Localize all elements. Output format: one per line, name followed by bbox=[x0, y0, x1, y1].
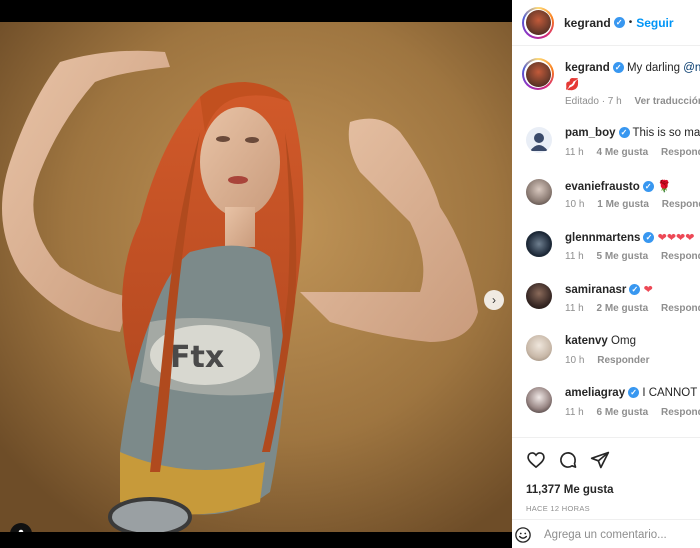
author-avatar[interactable] bbox=[522, 6, 554, 39]
comment-username[interactable]: evaniefrausto bbox=[565, 181, 640, 193]
share-icon[interactable] bbox=[590, 450, 610, 470]
caption-text: kegrand✓ My darling @nic bbox=[565, 62, 700, 74]
see-translation-link[interactable]: Ver traducción bbox=[635, 96, 700, 107]
comment-text: I CANNOT TAKE IT bbox=[642, 387, 700, 399]
caption-mention[interactable]: @nic bbox=[683, 62, 700, 74]
post-actions: 11,377 Me gusta HACE 12 HORAS bbox=[512, 437, 700, 548]
comment-username[interactable]: glennmartens bbox=[565, 232, 640, 244]
commenter-avatar[interactable] bbox=[526, 387, 552, 413]
action-icons bbox=[526, 450, 610, 470]
avatar-image bbox=[530, 133, 548, 151]
caption-edited: Editado · 7 h bbox=[565, 96, 622, 107]
reply-button[interactable]: Responder bbox=[661, 407, 700, 418]
caption-avatar[interactable] bbox=[522, 58, 554, 90]
comment-meta: 11 h 2 Me gusta Responder bbox=[565, 303, 700, 314]
commenter-avatar[interactable] bbox=[526, 231, 552, 257]
comment-time: 10 h bbox=[565, 355, 585, 366]
comment-username[interactable]: ameliagray bbox=[565, 387, 625, 399]
comment-likes[interactable]: 6 Me gusta bbox=[597, 407, 649, 418]
comments-list[interactable]: kegrand✓ My darling @nic 💋 Editado · 7 h… bbox=[512, 46, 700, 436]
verified-icon: ✓ bbox=[628, 387, 640, 399]
comment-input[interactable] bbox=[544, 528, 694, 541]
separator-bullet: • bbox=[628, 17, 633, 28]
comment-line: pam_boy✓ This is so major bbox=[565, 127, 700, 139]
comment-text: This is so major bbox=[632, 127, 700, 139]
comment-meta: 10 h 1 Me gusta Responder bbox=[565, 199, 700, 210]
comment-time: 11 h bbox=[565, 303, 584, 314]
comment-line: evaniefrausto ✓ 🌹 bbox=[565, 179, 671, 193]
comment-meta: 11 h 4 Me gusta Responder bbox=[565, 147, 700, 158]
comment-likes[interactable]: 2 Me gusta bbox=[597, 303, 649, 314]
verified-icon: ✓ bbox=[643, 232, 655, 244]
verified-icon: ✓ bbox=[612, 62, 624, 74]
heart-icon[interactable] bbox=[526, 450, 546, 470]
commenter-avatar[interactable] bbox=[526, 179, 552, 205]
verified-icon: ✓ bbox=[618, 127, 630, 139]
next-image-button[interactable]: › bbox=[484, 290, 504, 310]
likes-count[interactable]: 11,377 Me gusta bbox=[526, 484, 614, 496]
commenter-avatar[interactable] bbox=[526, 127, 552, 153]
post-header: kegrand ✓ • Seguir bbox=[512, 0, 700, 46]
comment-text: ❤ bbox=[643, 284, 653, 296]
comment-likes[interactable]: 1 Me gusta bbox=[597, 199, 649, 210]
comment-time: 10 h bbox=[565, 199, 585, 210]
comment-line: glennmartens ✓ ❤❤❤❤ bbox=[565, 231, 695, 244]
emoji-icon[interactable] bbox=[514, 526, 532, 544]
reply-button[interactable]: Responder bbox=[661, 251, 700, 262]
comment-text: Omg bbox=[611, 335, 636, 347]
verified-icon: ✓ bbox=[629, 284, 641, 296]
comment-line: katenvy Omg bbox=[565, 335, 636, 347]
commenter-avatar[interactable] bbox=[526, 335, 552, 361]
comment-meta: 10 h Responder bbox=[565, 355, 659, 366]
post-panel: kegrand ✓ • Seguir kegrand ✓ My darling @… bbox=[512, 0, 700, 548]
commenter-avatar[interactable] bbox=[526, 283, 552, 309]
follow-button[interactable]: Seguir bbox=[636, 16, 673, 30]
reply-button[interactable]: Responder bbox=[662, 199, 700, 210]
caption-meta: Editado · 7 h Ver traducción bbox=[565, 96, 700, 107]
svg-text:Ftx: Ftx bbox=[170, 340, 224, 375]
comment-username[interactable]: samiranasr bbox=[565, 284, 626, 296]
comment-text: 🌹 bbox=[656, 181, 672, 193]
avatar-image bbox=[525, 10, 551, 35]
comment-text: ❤❤❤❤ bbox=[657, 232, 695, 244]
comment-line: ameliagray✓ I CANNOT TAKE IT bbox=[565, 387, 700, 399]
comment-likes[interactable]: 5 Me gusta bbox=[597, 251, 649, 262]
add-comment-bar bbox=[512, 519, 700, 548]
author-username[interactable]: kegrand bbox=[564, 16, 611, 30]
media-bottom-bar bbox=[0, 532, 512, 548]
comment-time: 11 h bbox=[565, 251, 584, 262]
caption-username[interactable]: kegrand bbox=[565, 62, 610, 74]
post-photo[interactable]: Ftx › bbox=[0, 22, 512, 532]
verified-icon: ✓ bbox=[642, 181, 654, 193]
comment-meta: 11 h 5 Me gusta Responder bbox=[565, 251, 700, 262]
comment-line: samiranasr ✓ ❤ bbox=[565, 283, 653, 296]
comment-username[interactable]: katenvy bbox=[565, 335, 608, 347]
photo-illustration: Ftx bbox=[0, 22, 512, 532]
reply-button[interactable]: Responder bbox=[597, 355, 649, 366]
caption-emoji: 💋 bbox=[565, 79, 580, 91]
comment-likes[interactable]: 4 Me gusta bbox=[597, 147, 649, 158]
reply-button[interactable]: Responder bbox=[661, 303, 700, 314]
comment-icon[interactable] bbox=[558, 450, 578, 470]
post-time: HACE 12 HORAS bbox=[526, 504, 590, 513]
comment-meta: 11 h 6 Me gusta Responder bbox=[565, 407, 700, 418]
comment-username[interactable]: pam_boy bbox=[565, 127, 616, 139]
reply-button[interactable]: Responder bbox=[661, 147, 700, 158]
comment-time: 11 h bbox=[565, 407, 584, 418]
comment-time: 11 h bbox=[565, 147, 584, 158]
media-top-bar bbox=[0, 0, 512, 22]
verified-icon: ✓ bbox=[613, 17, 625, 28]
post-media: Ftx › bbox=[0, 0, 512, 548]
caption-body: My darling bbox=[626, 62, 684, 74]
